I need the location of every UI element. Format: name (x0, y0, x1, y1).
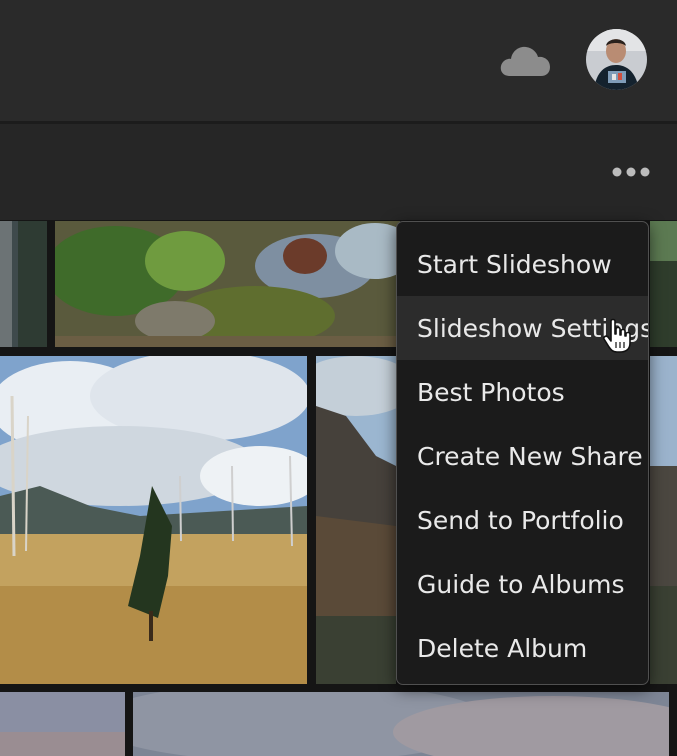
top-bar (0, 0, 677, 121)
photo-thumbnail[interactable] (316, 356, 396, 684)
menu-item-send-to-portfolio[interactable]: Send to Portfolio (397, 488, 648, 552)
photo-thumbnail[interactable] (0, 692, 125, 756)
photo-thumbnail[interactable] (55, 221, 400, 347)
album-context-menu: Start Slideshow Slideshow Settings Best … (396, 221, 649, 685)
more-options-icon[interactable] (607, 158, 655, 186)
menu-item-best-photos[interactable]: Best Photos (397, 360, 648, 424)
menu-item-create-new-share[interactable]: Create New Share (397, 424, 648, 488)
cloud-icon[interactable] (498, 40, 554, 80)
photo-thumbnail[interactable] (133, 692, 669, 756)
menu-item-delete-album[interactable]: Delete Album (397, 616, 648, 680)
hand-cursor-icon (603, 318, 631, 353)
photo-thumbnail[interactable] (650, 356, 677, 684)
album-toolbar (0, 124, 677, 220)
menu-item-guide-to-albums[interactable]: Guide to Albums (397, 552, 648, 616)
photo-thumbnail[interactable] (0, 221, 47, 347)
photo-thumbnail[interactable] (0, 356, 307, 684)
menu-item-start-slideshow[interactable]: Start Slideshow (397, 232, 648, 296)
photo-thumbnail[interactable] (650, 221, 677, 347)
user-avatar[interactable] (586, 29, 647, 90)
